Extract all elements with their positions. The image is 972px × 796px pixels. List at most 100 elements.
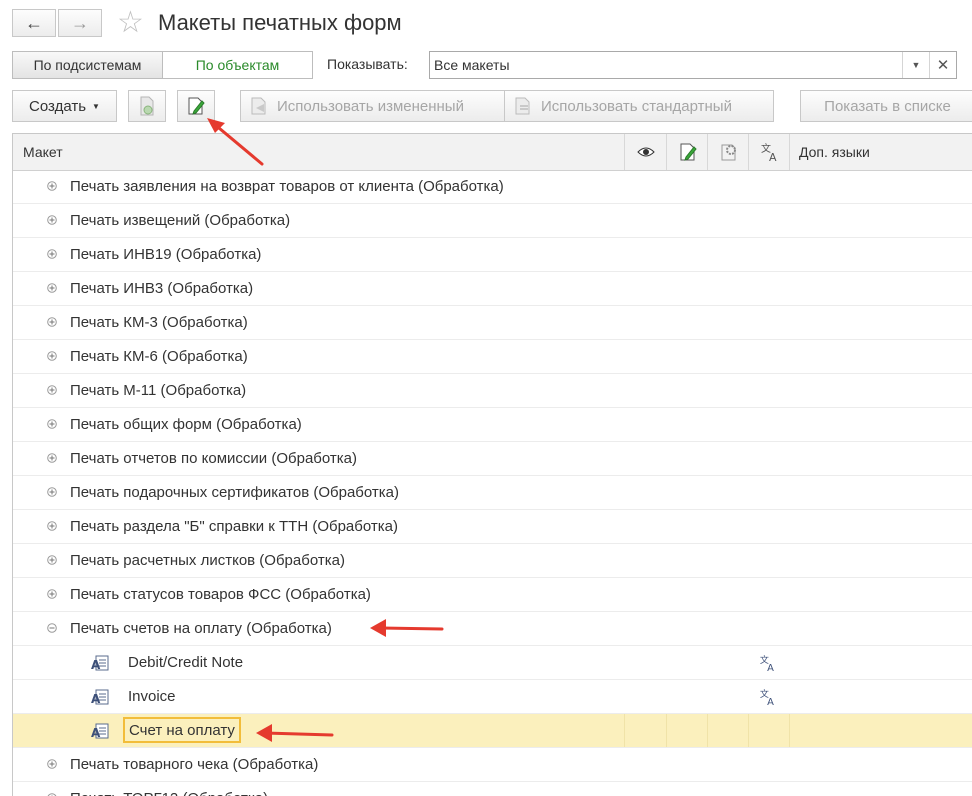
arrow-right-icon: → [71, 12, 89, 33]
row-label: Печать ИНВ19 (Обработка) [70, 246, 262, 263]
row-label: Печать М-11 (Обработка) [70, 382, 247, 399]
tab-by-objects[interactable]: По объектам [162, 51, 313, 79]
load-file-icon [140, 96, 154, 116]
tree-group-row[interactable]: Печать статусов товаров ФСС (Обработка) [13, 578, 972, 612]
back-button[interactable]: ← [12, 9, 56, 37]
tree-group-row[interactable]: Печать подарочных сертификатов (Обработк… [13, 476, 972, 510]
row-label: Печать ИНВ3 (Обработка) [70, 280, 254, 297]
expand-icon[interactable] [47, 419, 57, 429]
load-from-file-button[interactable] [128, 90, 166, 122]
expand-icon[interactable] [47, 181, 57, 191]
translate-icon: 文A [760, 654, 774, 672]
row-label: Печать заявления на возврат товаров от к… [70, 178, 504, 195]
column-template[interactable]: Макет [23, 134, 63, 170]
spreadsheet-doc-icon: A [91, 689, 109, 705]
page-title: Макеты печатных форм [158, 10, 402, 35]
expand-icon[interactable] [47, 555, 57, 565]
tree-group-row[interactable]: Печать раздела "Б" справки к ТТН (Обрабо… [13, 510, 972, 544]
expand-icon[interactable] [47, 759, 57, 769]
create-label: Создать [29, 97, 87, 115]
row-label: Invoice [128, 688, 176, 705]
column-template-label: Макет [23, 144, 63, 160]
tree-group-row[interactable]: Печать общих форм (Обработка) [13, 408, 972, 442]
settings-icon[interactable] [716, 134, 742, 170]
svg-text:A: A [91, 726, 101, 739]
row-label: Печать раздела "Б" справки к ТТН (Обрабо… [70, 518, 398, 535]
row-label: Печать расчетных листков (Обработка) [70, 552, 345, 569]
chevron-down-icon[interactable]: ▼ [902, 52, 929, 78]
show-in-list-button[interactable]: Показать в списке [800, 90, 972, 122]
edit-icon[interactable] [675, 134, 701, 170]
tree-group-row[interactable]: Печать ТОРГ12 (Обработка) [13, 782, 972, 796]
tree-group-row[interactable]: Печать товарного чека (Обработка) [13, 748, 972, 782]
expand-icon[interactable] [47, 487, 57, 497]
row-label: Печать извещений (Обработка) [70, 212, 291, 229]
edit-template-button[interactable] [177, 90, 215, 122]
chevron-down-icon: ▼ [92, 101, 100, 111]
expand-icon[interactable] [47, 385, 57, 395]
tab-label: По объектам [195, 57, 280, 73]
use-standard-button[interactable]: Использовать стандартный [504, 90, 774, 122]
svg-text:A: A [91, 692, 101, 705]
tree-group-row[interactable]: Печать ИНВ3 (Обработка) [13, 272, 972, 306]
tree-group-row[interactable]: Печать КМ-6 (Обработка) [13, 340, 972, 374]
row-label: Debit/Credit Note [128, 654, 244, 671]
svg-text:A: A [769, 151, 777, 162]
star-icon[interactable]: ☆ [117, 6, 144, 40]
close-icon[interactable]: ✕ [929, 52, 956, 78]
table-header: Макет 文A Доп. языки [13, 134, 972, 171]
tree-group-row[interactable]: Печать извещений (Обработка) [13, 204, 972, 238]
show-select[interactable]: Все макеты ▼ ✕ [429, 51, 957, 79]
show-in-list-label: Показать в списке [824, 97, 951, 115]
row-label: Печать КМ-3 (Обработка) [70, 314, 248, 331]
tree-group-row[interactable]: Печать счетов на оплату (Обработка) [13, 612, 972, 646]
svg-text:A: A [91, 658, 101, 671]
column-extra-languages-label: Доп. языки [799, 144, 870, 160]
use-modified-label: Использовать измененный [277, 97, 464, 115]
tree-group-row[interactable]: Печать КМ-3 (Обработка) [13, 306, 972, 340]
tab-by-subsystems[interactable]: По подсистемам [12, 51, 163, 79]
expand-icon[interactable] [47, 249, 57, 259]
use-standard-icon [515, 97, 530, 115]
tab-label: По подсистемам [33, 57, 142, 73]
spreadsheet-doc-icon: A [91, 723, 109, 739]
tree-group-row[interactable]: Печать расчетных листков (Обработка) [13, 544, 972, 578]
arrow-left-icon: ← [25, 12, 43, 33]
forward-button[interactable]: → [58, 9, 102, 37]
expand-icon[interactable] [47, 521, 57, 531]
expand-icon[interactable] [47, 351, 57, 361]
row-label: Печать общих форм (Обработка) [70, 416, 302, 433]
row-label: Печать КМ-6 (Обработка) [70, 348, 248, 365]
row-label[interactable]: Счет на оплату [123, 717, 241, 743]
use-modified-button[interactable]: Использовать измененный [240, 90, 505, 122]
translate-icon: 文A [760, 688, 774, 706]
collapse-icon[interactable] [47, 623, 57, 633]
templates-table: Макет 文A Доп. языки Печать заявления на … [12, 133, 972, 796]
show-label: Показывать: [327, 56, 408, 72]
expand-icon[interactable] [47, 215, 57, 225]
create-button[interactable]: Создать ▼ [12, 90, 117, 122]
row-label: Печать отчетов по комиссии (Обработка) [70, 450, 357, 467]
tree-item-row[interactable]: A Invoice 文 A [13, 680, 972, 714]
tree-group-row[interactable]: Печать заявления на возврат товаров от к… [13, 170, 972, 204]
row-label: Печать счетов на оплату (Обработка) [70, 620, 332, 637]
edit-template-icon [188, 97, 205, 115]
row-label: Печать статусов товаров ФСС (Обработка) [70, 586, 371, 603]
tree-group-row[interactable]: Печать М-11 (Обработка) [13, 374, 972, 408]
tree-group-row[interactable]: Печать ИНВ19 (Обработка) [13, 238, 972, 272]
expand-icon[interactable] [47, 283, 57, 293]
expand-icon[interactable] [47, 453, 57, 463]
column-extra-languages[interactable]: Доп. языки [799, 134, 870, 170]
expand-icon[interactable] [47, 317, 57, 327]
row-label: Печать подарочных сертификатов (Обработк… [70, 484, 399, 501]
tree-group-row[interactable]: Печать отчетов по комиссии (Обработка) [13, 442, 972, 476]
translate-icon[interactable]: 文A [757, 134, 783, 170]
use-standard-label: Использовать стандартный [541, 97, 732, 115]
svg-text:A: A [767, 663, 774, 672]
tree-item-row[interactable]: A Debit/Credit Note 文 A [13, 646, 972, 680]
show-select-value: Все макеты [434, 57, 510, 73]
tree-item-row[interactable]: A Счет на оплату [13, 714, 972, 748]
eye-icon[interactable] [633, 134, 659, 170]
row-label: Печать ТОРГ12 (Обработка) [70, 790, 268, 796]
expand-icon[interactable] [47, 589, 57, 599]
